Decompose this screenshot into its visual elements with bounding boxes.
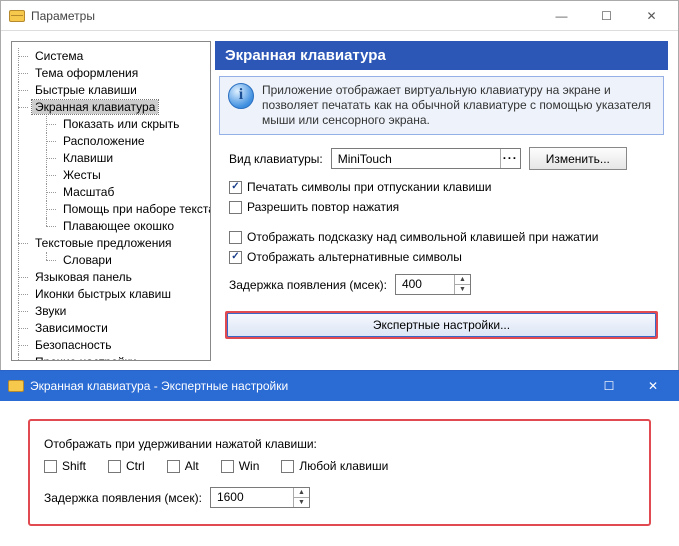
child-maximize-button[interactable]: ☐: [587, 372, 631, 400]
delay-label: Задержка появления (мсек):: [229, 278, 387, 292]
checkbox-icon[interactable]: [108, 460, 121, 473]
tree-item[interactable]: Словари: [46, 252, 210, 269]
keyboard-layout-label: Вид клавиатуры:: [229, 152, 323, 166]
show-on-hold-heading: Отображать при удерживании нажатой клави…: [44, 437, 635, 451]
tree-item[interactable]: Масштаб: [46, 184, 210, 201]
checkbox-icon[interactable]: [281, 460, 294, 473]
checkbox-mod-win[interactable]: Win: [221, 459, 260, 473]
checkbox-show-alt-symbols[interactable]: Отображать альтернативные символы: [229, 250, 654, 264]
tree-item[interactable]: Расположение: [46, 133, 210, 150]
expert-settings-window: Экранная клавиатура - Экспертные настрой…: [0, 370, 679, 546]
info-text: Приложение отображает виртуальную клавиа…: [262, 83, 655, 128]
change-button[interactable]: Изменить...: [529, 147, 627, 170]
app-icon: [9, 10, 25, 22]
delay-spinbox[interactable]: 400 ▲ ▼: [395, 274, 471, 295]
titlebar: Параметры — ☐ ✕: [1, 1, 678, 31]
checkbox-type-on-release[interactable]: Печатать символы при отпускании клавиши: [229, 180, 654, 194]
child-delay-label: Задержка появления (мсек):: [44, 491, 202, 505]
tree-item[interactable]: Иконки быстрых клавиш: [18, 286, 210, 303]
panel-title: Экранная клавиатура: [215, 41, 668, 70]
close-button[interactable]: ✕: [629, 2, 674, 30]
settings-window: Параметры — ☐ ✕ Система Тема оформления …: [0, 0, 679, 372]
expert-button-highlight: Экспертные настройки...: [223, 309, 660, 341]
child-delay-value[interactable]: 1600: [211, 488, 293, 507]
checkbox-mod-shift[interactable]: Shift: [44, 459, 86, 473]
tree-item[interactable]: Жесты: [46, 167, 210, 184]
keyboard-layout-picker[interactable]: MiniTouch ···: [331, 148, 521, 169]
child-titlebar: Экранная клавиатура - Экспертные настрой…: [0, 371, 679, 401]
spin-arrows[interactable]: ▲ ▼: [454, 275, 470, 294]
tree-item-onscreen-keyboard[interactable]: Экранная клавиатура Показать или скрыть …: [18, 99, 210, 235]
arrow-up-icon[interactable]: ▲: [455, 275, 470, 285]
checkbox-icon[interactable]: [44, 460, 57, 473]
maximize-button[interactable]: ☐: [584, 2, 629, 30]
content-area: Система Тема оформления Быстрые клавиши …: [1, 31, 678, 371]
ellipsis-icon[interactable]: ···: [500, 149, 520, 168]
tree-item[interactable]: Звуки: [18, 303, 210, 320]
checkbox-icon[interactable]: [167, 460, 180, 473]
expert-options-highlight: Отображать при удерживании нажатой клави…: [28, 419, 651, 526]
checkbox-icon[interactable]: [229, 201, 242, 214]
tree-item[interactable]: Клавиши: [46, 150, 210, 167]
tree-item[interactable]: Быстрые клавиши: [18, 82, 210, 99]
settings-tree[interactable]: Система Тема оформления Быстрые клавиши …: [11, 41, 211, 361]
tree-item[interactable]: Языковая панель: [18, 269, 210, 286]
checkbox-mod-ctrl[interactable]: Ctrl: [108, 459, 145, 473]
tree-item[interactable]: Безопасность: [18, 337, 210, 354]
tree-item-text-suggestions[interactable]: Текстовые предложения Словари: [18, 235, 210, 269]
checkbox-allow-repeat[interactable]: Разрешить повтор нажатия: [229, 200, 654, 214]
tree-item[interactable]: Помощь при наборе текста: [46, 201, 210, 218]
arrow-up-icon[interactable]: ▲: [294, 488, 309, 498]
info-box: Приложение отображает виртуальную клавиа…: [219, 76, 664, 135]
window-title: Параметры: [31, 9, 539, 23]
checkbox-icon[interactable]: [229, 251, 242, 264]
child-window-title: Экранная клавиатура - Экспертные настрой…: [30, 379, 587, 393]
child-close-button[interactable]: ✕: [631, 372, 675, 400]
app-icon: [8, 380, 24, 392]
tree-item[interactable]: Зависимости: [18, 320, 210, 337]
tree-item[interactable]: Тема оформления: [18, 65, 210, 82]
arrow-down-icon[interactable]: ▼: [294, 498, 309, 507]
detail-panel: Экранная клавиатура Приложение отображае…: [215, 41, 668, 361]
tree-item[interactable]: Прочие настройки: [18, 354, 210, 361]
tree-item[interactable]: Система: [18, 48, 210, 65]
child-delay-spinbox[interactable]: 1600 ▲ ▼: [210, 487, 310, 508]
checkbox-show-hint[interactable]: Отображать подсказку над символьной клав…: [229, 230, 654, 244]
info-icon: [228, 83, 254, 109]
keyboard-layout-value: MiniTouch: [332, 152, 500, 166]
checkbox-mod-any[interactable]: Любой клавиши: [281, 459, 388, 473]
tree-item[interactable]: Плавающее окошко: [46, 218, 210, 235]
checkbox-mod-alt[interactable]: Alt: [167, 459, 199, 473]
arrow-down-icon[interactable]: ▼: [455, 285, 470, 294]
expert-settings-button[interactable]: Экспертные настройки...: [227, 313, 656, 337]
minimize-button[interactable]: —: [539, 2, 584, 30]
spin-arrows[interactable]: ▲ ▼: [293, 488, 309, 507]
delay-value[interactable]: 400: [396, 275, 454, 294]
checkbox-icon[interactable]: [229, 181, 242, 194]
checkbox-icon[interactable]: [229, 231, 242, 244]
checkbox-icon[interactable]: [221, 460, 234, 473]
tree-item[interactable]: Показать или скрыть: [46, 116, 210, 133]
